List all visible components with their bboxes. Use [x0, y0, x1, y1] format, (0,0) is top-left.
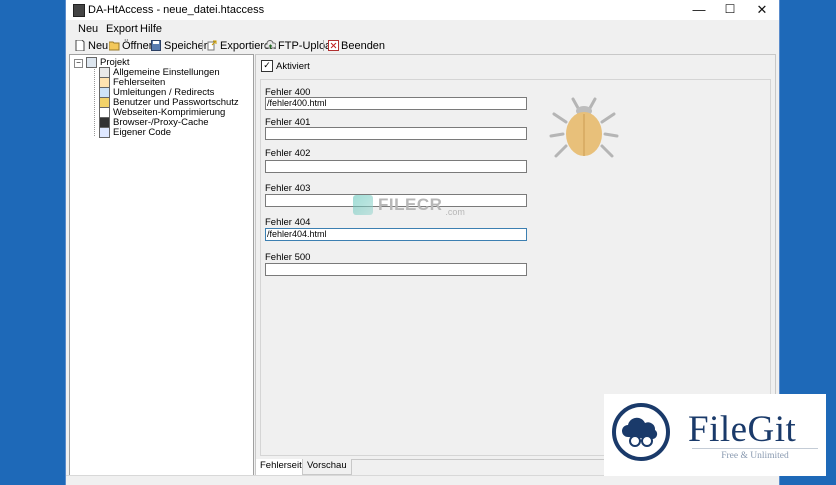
save-button[interactable]: Speichern — [151, 39, 214, 52]
open-folder-icon — [108, 40, 120, 51]
fehler-403-label: Fehler 403 — [265, 183, 311, 194]
activated-checkbox[interactable]: ✓ — [261, 60, 273, 72]
exit-icon — [328, 40, 339, 51]
minimize-button[interactable]: — — [682, 0, 716, 20]
tree-item-label: Eigener Code — [113, 127, 172, 138]
menu-export[interactable]: Export — [106, 23, 138, 35]
exit-label: Beenden — [341, 39, 386, 52]
menu-hilfe[interactable]: Hilfe — [140, 23, 162, 35]
filegit-name: FileGit — [688, 409, 797, 450]
fehler-402-label: Fehler 402 — [265, 148, 311, 159]
fehler-404-label: Fehler 404 — [265, 217, 311, 228]
fehler-404-input[interactable] — [265, 228, 527, 241]
fehler-401-input[interactable] — [265, 127, 527, 140]
code-icon — [99, 127, 110, 138]
fehler-400-input[interactable] — [265, 97, 527, 110]
toolbar-separator — [323, 40, 324, 51]
tab-vorschau[interactable]: Vorschau — [302, 459, 352, 475]
filegit-logo: FileGit Free & Unlimited — [604, 394, 826, 476]
toolbar-separator — [202, 40, 203, 51]
tree-connector — [94, 69, 95, 136]
fehler-500-input[interactable] — [265, 263, 527, 276]
save-disk-icon — [151, 40, 161, 51]
tree-collapse-toggle[interactable]: − — [74, 59, 83, 68]
app-icon — [73, 4, 85, 17]
filecr-text: FILECR — [378, 195, 443, 214]
menu-bar: Neu Export Hilfe — [66, 20, 779, 37]
project-tree: − Projekt Allgemeine Einstellungen Fehle… — [69, 54, 254, 476]
close-button[interactable]: ✕ — [745, 0, 779, 20]
new-button[interactable]: Neu — [75, 39, 108, 52]
export-icon — [207, 40, 217, 51]
ftp-upload-button[interactable]: FTP-Upload — [264, 39, 337, 52]
new-label: Neu — [88, 39, 109, 52]
filegit-cloud-icon — [612, 403, 670, 461]
activated-label: Aktiviert — [276, 61, 310, 72]
title-bar: DA-HtAccess - neue_datei.htaccess — ☐ ✕ — [66, 0, 779, 20]
filegit-tagline: Free & Unlimited — [692, 448, 818, 461]
new-file-icon — [75, 39, 85, 52]
maximize-button[interactable]: ☐ — [713, 0, 747, 20]
filecr-logo-icon — [353, 195, 373, 215]
project-icon — [86, 57, 97, 68]
window-title: DA-HtAccess - neue_datei.htaccess — [88, 4, 265, 16]
upload-cloud-icon — [264, 39, 277, 51]
toolbar: Neu Öffnen Speichern Exportieren FTP-Upl… — [66, 37, 779, 54]
open-label: Öffnen — [122, 39, 155, 52]
bug-icon — [549, 97, 619, 158]
filecr-watermark: FILECR .com — [353, 195, 467, 217]
filecr-suffix: .com — [445, 207, 465, 217]
fehler-402-input[interactable] — [265, 160, 527, 173]
tree-item-eigener-code[interactable]: Eigener Code — [99, 127, 171, 138]
exit-button[interactable]: Beenden — [328, 39, 385, 52]
menu-neu[interactable]: Neu — [78, 23, 98, 35]
open-button[interactable]: Öffnen — [108, 39, 155, 52]
fehler-500-label: Fehler 500 — [265, 252, 311, 263]
